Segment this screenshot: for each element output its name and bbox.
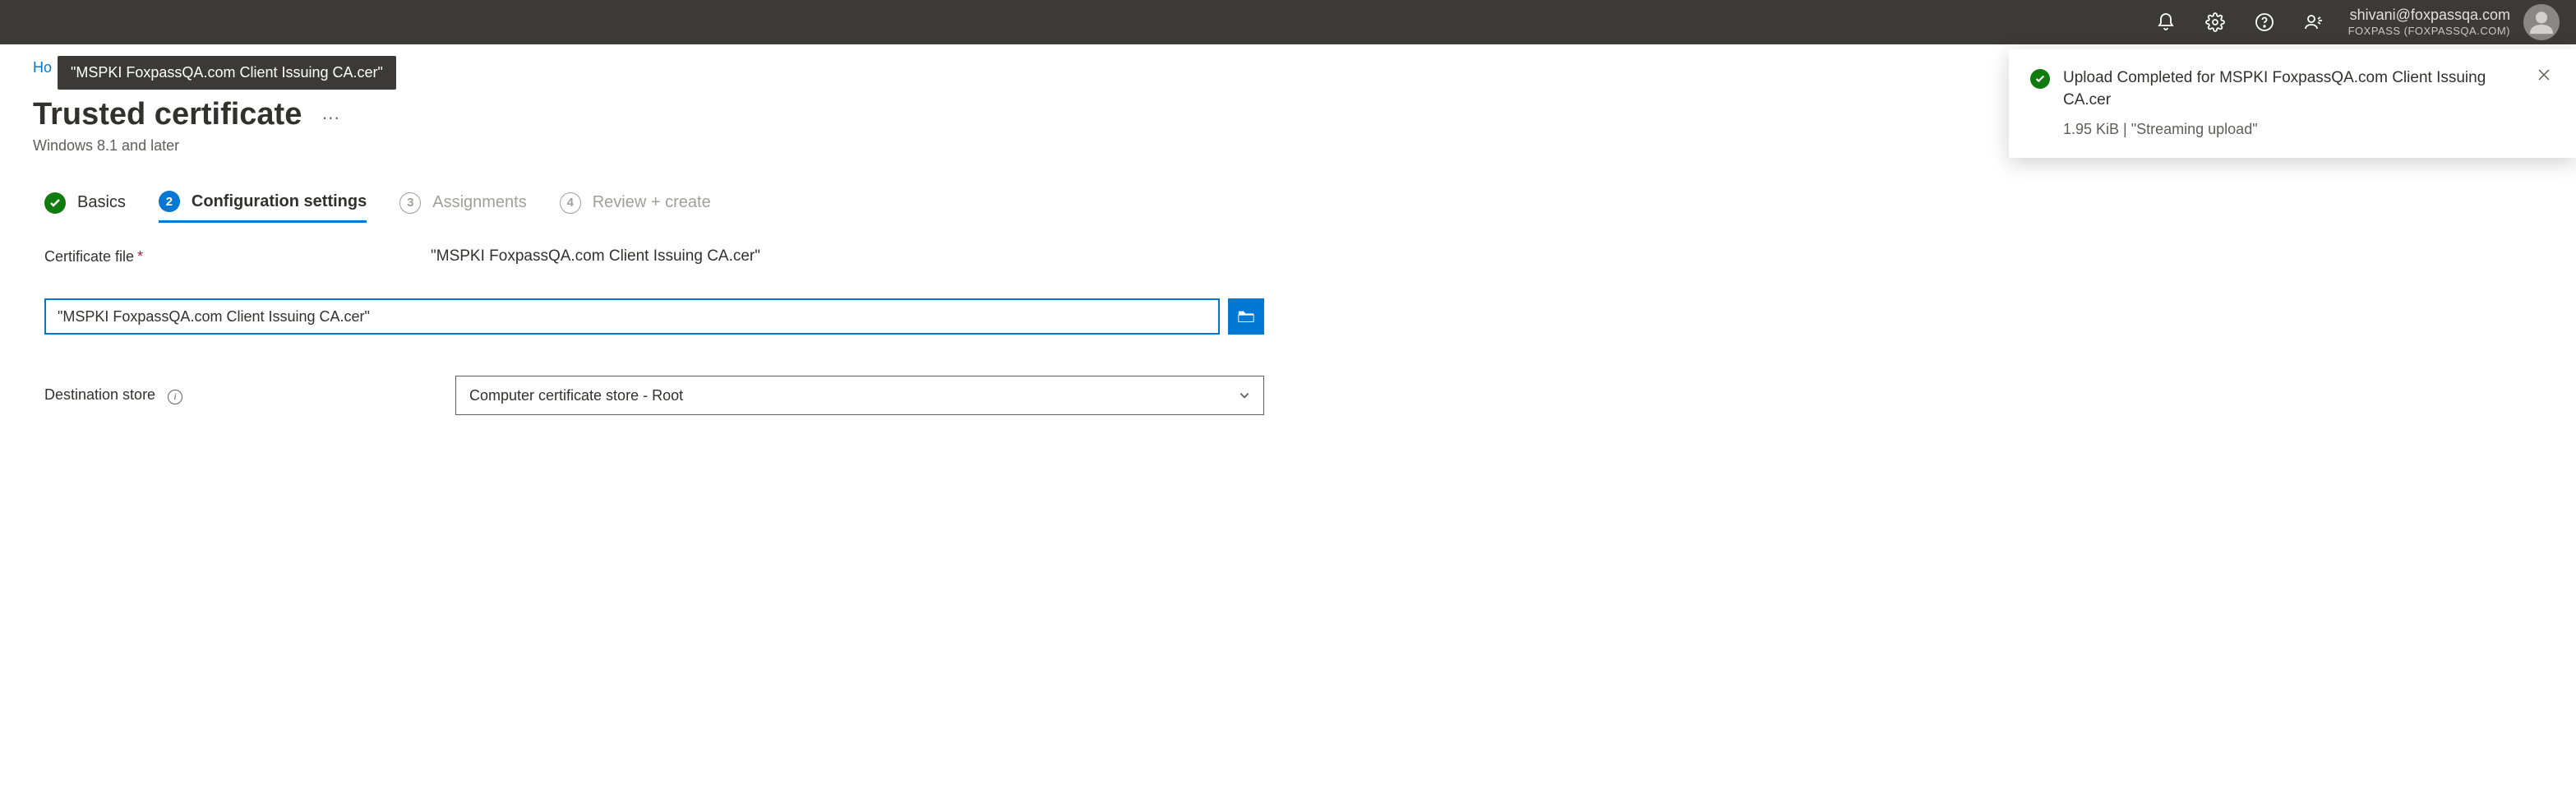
certificate-file-input-text: "MSPKI FoxpassQA.com Client Issuing CA.c… [58, 308, 370, 326]
certificate-file-name-display: "MSPKI FoxpassQA.com Client Issuing CA.c… [431, 247, 760, 266]
step-review-create[interactable]: 4 Review + create [560, 192, 711, 222]
step-number: 2 [159, 191, 180, 212]
destination-store-row: Destination store i Computer certificate… [44, 376, 2576, 415]
certificate-file-input[interactable]: "MSPKI FoxpassQA.com Client Issuing CA.c… [44, 298, 1220, 335]
breadcrumb-home-link[interactable]: Ho [33, 59, 52, 76]
page-title: Trusted certificate [33, 97, 302, 132]
check-icon [44, 192, 66, 214]
destination-store-value: Computer certificate store - Root [469, 387, 683, 404]
step-label: Assignments [432, 193, 527, 212]
toast-detail: 1.95 KiB | "Streaming upload" [2063, 121, 2555, 138]
certificate-file-label: Certificate file* [44, 248, 431, 266]
close-icon [2537, 67, 2551, 82]
folder-icon [1237, 308, 1255, 325]
notifications-icon[interactable] [2156, 12, 2176, 32]
label-text: Destination store [44, 386, 155, 403]
breadcrumb-tooltip: "MSPKI FoxpassQA.com Client Issuing CA.c… [58, 56, 396, 90]
feedback-icon[interactable] [2304, 12, 2324, 32]
more-actions-icon[interactable]: ··· [321, 102, 339, 128]
account-tenant: FOXPASS (FOXPASSQA.COM) [2348, 25, 2510, 38]
certificate-file-row: Certificate file* "MSPKI FoxpassQA.com C… [44, 247, 2576, 266]
step-label: Configuration settings [192, 192, 367, 211]
certificate-file-input-row: "MSPKI FoxpassQA.com Client Issuing CA.c… [44, 298, 2576, 335]
destination-store-select[interactable]: Computer certificate store - Root [455, 376, 1264, 415]
global-header: shivani@foxpassqa.com FOXPASS (FOXPASSQA… [0, 0, 2576, 44]
toast-message: Upload Completed for MSPKI FoxpassQA.com… [2063, 67, 2507, 111]
step-label: Basics [77, 193, 126, 212]
account-text: shivani@foxpassqa.com FOXPASS (FOXPASSQA… [2348, 7, 2510, 37]
step-assignments[interactable]: 3 Assignments [399, 192, 527, 222]
toast-close-button[interactable] [2537, 67, 2555, 85]
destination-store-label: Destination store i [44, 386, 455, 404]
step-basics[interactable]: Basics [44, 192, 126, 222]
form-area: Certificate file* "MSPKI FoxpassQA.com C… [0, 223, 2576, 266]
upload-toast: Upload Completed for MSPKI FoxpassQA.com… [2009, 49, 2576, 158]
avatar[interactable] [2523, 4, 2560, 40]
step-number: 3 [399, 192, 421, 214]
step-label: Review + create [593, 193, 711, 212]
header-icon-group [2156, 12, 2324, 32]
label-text: Certificate file [44, 248, 134, 265]
step-number: 4 [560, 192, 581, 214]
browse-file-button[interactable] [1228, 298, 1264, 335]
settings-icon[interactable] [2205, 12, 2225, 32]
account-block[interactable]: shivani@foxpassqa.com FOXPASS (FOXPASSQA… [2348, 4, 2560, 40]
info-icon[interactable]: i [168, 390, 182, 404]
help-icon[interactable] [2255, 12, 2274, 32]
required-indicator: * [137, 248, 143, 265]
success-icon [2030, 69, 2050, 89]
step-configuration-settings[interactable]: 2 Configuration settings [159, 191, 367, 223]
wizard-steps: Basics 2 Configuration settings 3 Assign… [0, 155, 2576, 223]
account-email: shivani@foxpassqa.com [2348, 7, 2510, 25]
chevron-down-icon [1239, 390, 1250, 401]
